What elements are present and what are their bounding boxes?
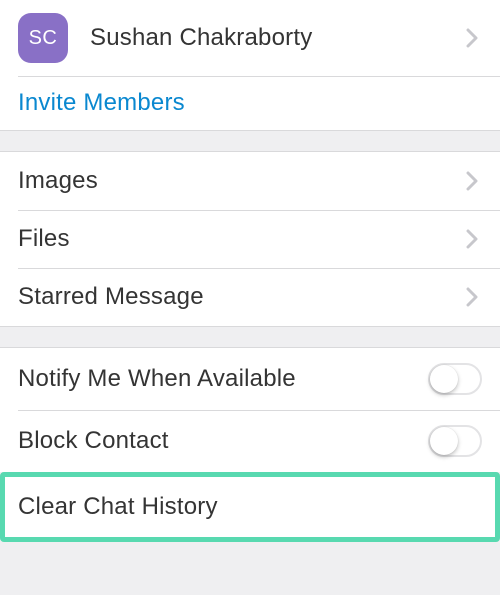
chevron-right-icon — [466, 171, 478, 191]
invite-members-row[interactable]: Invite Members — [0, 76, 500, 130]
notify-toggle[interactable] — [428, 363, 482, 395]
files-row[interactable]: Files — [0, 210, 500, 268]
section-gap — [0, 130, 500, 152]
images-label: Images — [18, 167, 466, 195]
block-toggle[interactable] — [428, 425, 482, 457]
starred-label: Starred Message — [18, 283, 466, 311]
invite-members-label: Invite Members — [18, 89, 482, 117]
avatar: SC — [18, 13, 68, 63]
contact-name: Sushan Chakraborty — [90, 24, 466, 52]
clear-chat-history-highlight: Clear Chat History — [0, 472, 500, 542]
images-row[interactable]: Images — [0, 152, 500, 210]
chevron-right-icon — [466, 229, 478, 249]
clear-chat-label: Clear Chat History — [18, 493, 477, 521]
contact-row[interactable]: SC Sushan Chakraborty — [0, 0, 500, 76]
section-gap — [0, 326, 500, 348]
chevron-right-icon — [466, 287, 478, 307]
block-row[interactable]: Block Contact — [0, 410, 500, 472]
toggle-knob — [430, 427, 458, 455]
chevron-right-icon — [466, 28, 478, 48]
files-label: Files — [18, 225, 466, 253]
toggle-knob — [430, 365, 458, 393]
notify-row[interactable]: Notify Me When Available — [0, 348, 500, 410]
notify-label: Notify Me When Available — [18, 365, 428, 393]
block-label: Block Contact — [18, 427, 428, 455]
clear-chat-row[interactable]: Clear Chat History — [5, 477, 495, 537]
starred-row[interactable]: Starred Message — [0, 268, 500, 326]
